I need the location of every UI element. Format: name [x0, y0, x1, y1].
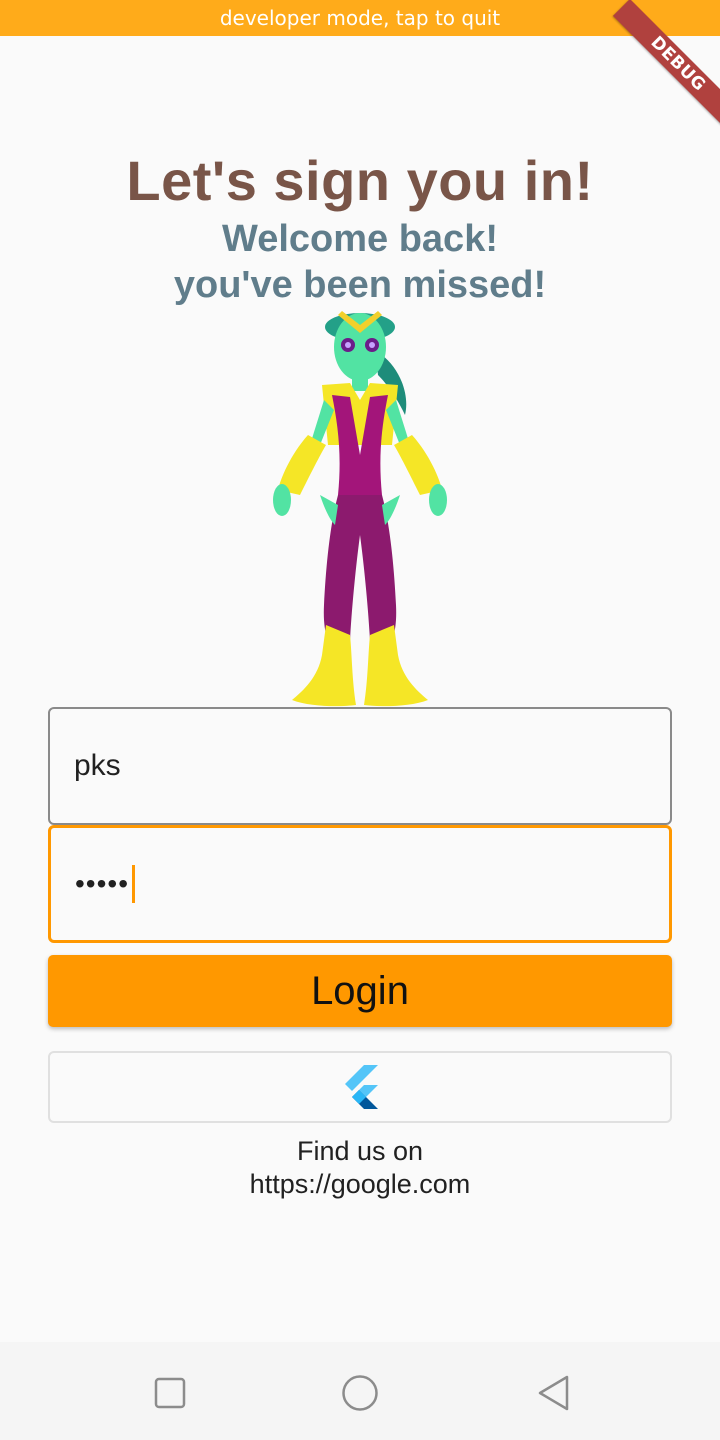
back-icon[interactable]	[528, 1368, 578, 1418]
flutter-logo-icon	[345, 1065, 378, 1109]
page-subtitle: Welcome back! you've been missed!	[0, 216, 720, 308]
home-icon[interactable]	[335, 1368, 385, 1418]
username-value: pks	[74, 749, 121, 782]
subtitle-line-2: you've been missed!	[173, 264, 547, 306]
login-button-label: Login	[311, 968, 409, 1013]
password-field[interactable]: •••••	[48, 825, 672, 943]
subtitle-line-1: Welcome back!	[222, 218, 498, 260]
recent-apps-icon[interactable]	[145, 1368, 195, 1418]
flutter-sign-in-button[interactable]	[48, 1051, 672, 1123]
text-caret	[132, 865, 136, 903]
find-us-line-1: Find us on	[296, 1136, 424, 1166]
page-title: Let's sign you in!	[126, 149, 594, 212]
character-illustration	[273, 311, 447, 707]
username-field[interactable]: pks	[48, 707, 672, 825]
find-us-text: Find us on https://google.com	[0, 1135, 720, 1201]
developer-mode-banner[interactable]: developer mode, tap to quit	[0, 0, 720, 36]
login-button[interactable]: Login	[48, 955, 672, 1027]
password-value: •••••	[75, 868, 130, 899]
find-us-link[interactable]: https://google.com	[0, 1168, 720, 1201]
